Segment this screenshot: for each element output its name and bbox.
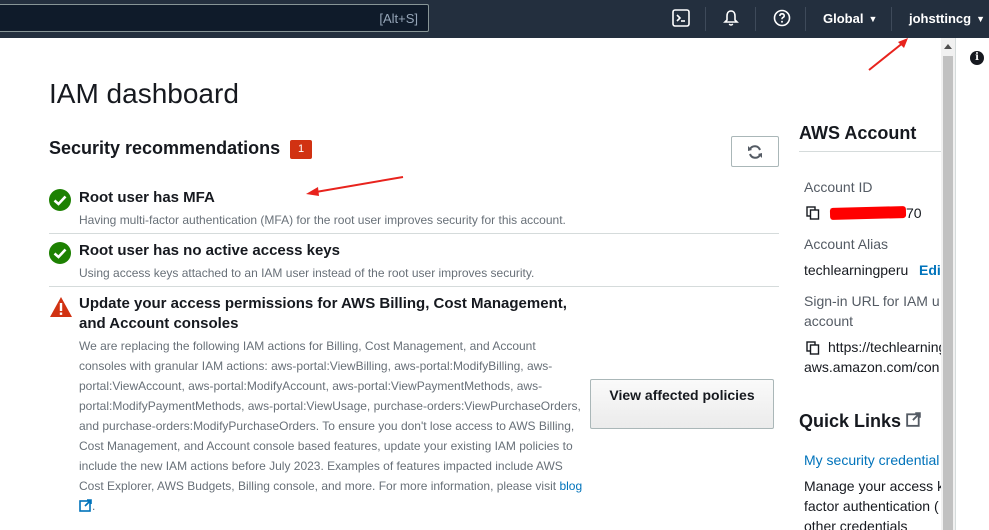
signin-url-value: https://techlearning (828, 339, 941, 355)
account-id-value-last: 70 (906, 205, 922, 221)
signin-url-value-line2: aws.amazon.com/con (804, 359, 940, 375)
help-icon[interactable] (772, 8, 792, 28)
recommendation-heading: Root user has MFA (79, 189, 215, 206)
success-check-icon (49, 189, 71, 211)
scroll-up-arrow-icon[interactable] (944, 44, 952, 49)
quick-link-description-line: other credentials (804, 518, 908, 530)
warning-description-text: We are replacing the following IAM actio… (79, 339, 581, 493)
topbar-divider (705, 7, 706, 31)
main-content: IAM dashboard Security recommendations 1… (0, 38, 941, 530)
warning-heading: Update your access permissions for AWS B… (79, 295, 567, 332)
topbar-divider (755, 7, 756, 31)
copy-icon[interactable] (806, 341, 820, 355)
divider (799, 151, 941, 152)
region-label: Global (823, 11, 864, 26)
recommendation-heading: Root user has no active access keys (79, 242, 340, 259)
info-icon[interactable]: i (970, 51, 984, 65)
quick-links-title: Quick Links (799, 411, 921, 432)
divider (49, 233, 779, 234)
copy-icon[interactable] (806, 206, 820, 220)
top-navigation-bar: [Alt+S] Global ▼ johsttincg ▼ (0, 0, 989, 38)
view-affected-policies-button[interactable]: View affected policies (590, 379, 774, 429)
caret-down-icon: ▼ (976, 14, 986, 24)
caret-down-icon: ▼ (868, 14, 878, 24)
signin-url-label-line2: account (804, 313, 854, 329)
quick-link-description: Manage your access k factor authenticati… (804, 476, 941, 530)
divider (49, 286, 779, 287)
notifications-bell-icon[interactable] (721, 8, 741, 28)
account-menu[interactable]: johsttincg ▼ (909, 11, 985, 26)
account-id-label: Account ID (804, 179, 873, 195)
right-info-rail: i (955, 38, 989, 530)
security-recommendations-title: Security recommendations (49, 138, 281, 158)
redaction-mark (829, 206, 907, 220)
quick-link-description-line: factor authentication ( (804, 498, 939, 514)
annotation-arrow (306, 176, 404, 196)
scrollbar-thumb[interactable] (943, 56, 953, 530)
success-check-icon (49, 242, 71, 264)
warning-triangle-icon (50, 297, 72, 317)
warning-description: We are replacing the following IAM actio… (79, 339, 583, 513)
cloudshell-icon[interactable] (671, 8, 691, 28)
quick-links-title-text: Quick Links (799, 411, 902, 431)
topbar-divider (805, 7, 806, 31)
recommendation-item: Root user has no active access keys Usin… (49, 241, 779, 283)
recommendations-count-badge: 1 (290, 140, 312, 159)
refresh-button[interactable] (731, 136, 779, 167)
blog-link[interactable]: blog (559, 479, 582, 493)
region-selector[interactable]: Global ▼ (823, 11, 877, 26)
annotation-arrow (868, 38, 908, 71)
search-shortcut-hint: [Alt+S] (379, 11, 418, 26)
aws-account-title: AWS Account (799, 123, 917, 143)
recommendation-item: Root user has MFA Having multi-factor au… (49, 188, 779, 230)
scrollbar[interactable] (941, 38, 955, 530)
search-input[interactable]: [Alt+S] (0, 4, 429, 32)
signin-url-label: Sign-in URL for IAM u (804, 293, 940, 309)
recommendation-description: Having multi-factor authentication (MFA)… (79, 213, 566, 227)
page-title: IAM dashboard (49, 78, 239, 109)
external-link-icon[interactable] (79, 499, 92, 512)
account-alias-value: techlearningperu (804, 262, 909, 278)
edit-alias-link[interactable]: Edi (919, 262, 941, 278)
my-security-credentials-link[interactable]: My security credential (804, 452, 939, 468)
account-name: johsttincg (909, 11, 972, 26)
account-alias-label: Account Alias (804, 236, 889, 252)
external-link-icon[interactable] (906, 412, 921, 427)
quick-link-description-line: Manage your access k (804, 478, 941, 494)
recommendation-description: Using access keys attached to an IAM use… (79, 266, 535, 280)
topbar-divider (891, 7, 892, 31)
refresh-icon (748, 144, 762, 159)
